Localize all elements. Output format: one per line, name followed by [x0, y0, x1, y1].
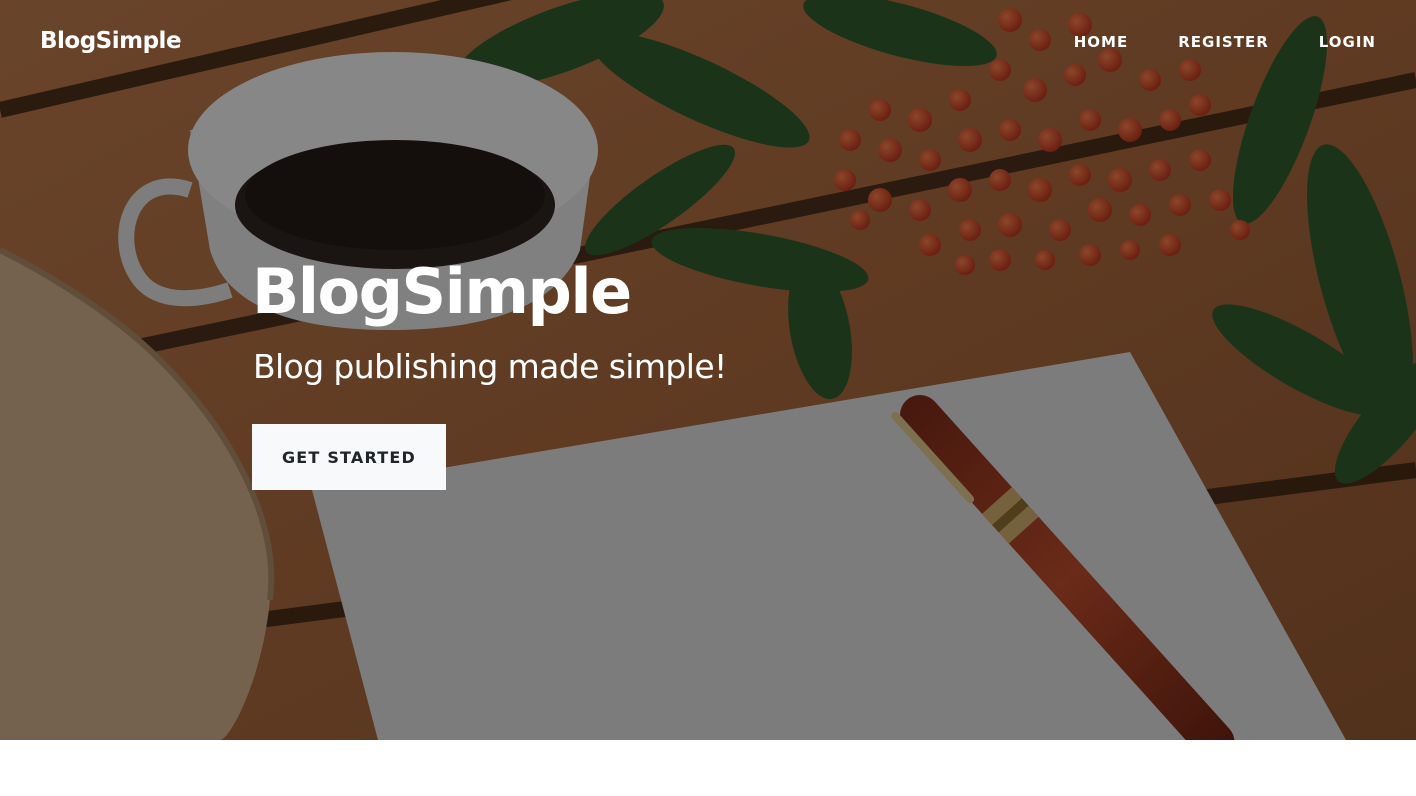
hero-title: BlogSimple [252, 255, 632, 328]
hero-subtitle: Blog publishing made simple! [253, 347, 727, 386]
brand-logo-link[interactable]: BlogSimple [40, 28, 182, 54]
get-started-button[interactable]: GET STARTED [252, 424, 446, 490]
nav-home-link[interactable]: HOME [1074, 32, 1128, 52]
nav-login-link[interactable]: LOGIN [1319, 32, 1376, 52]
hero-section: BlogSimple HOME REGISTER LOGIN BlogSimpl… [0, 0, 1416, 740]
nav-register-link[interactable]: REGISTER [1178, 32, 1269, 52]
nav-links: HOME REGISTER LOGIN [1074, 32, 1376, 52]
